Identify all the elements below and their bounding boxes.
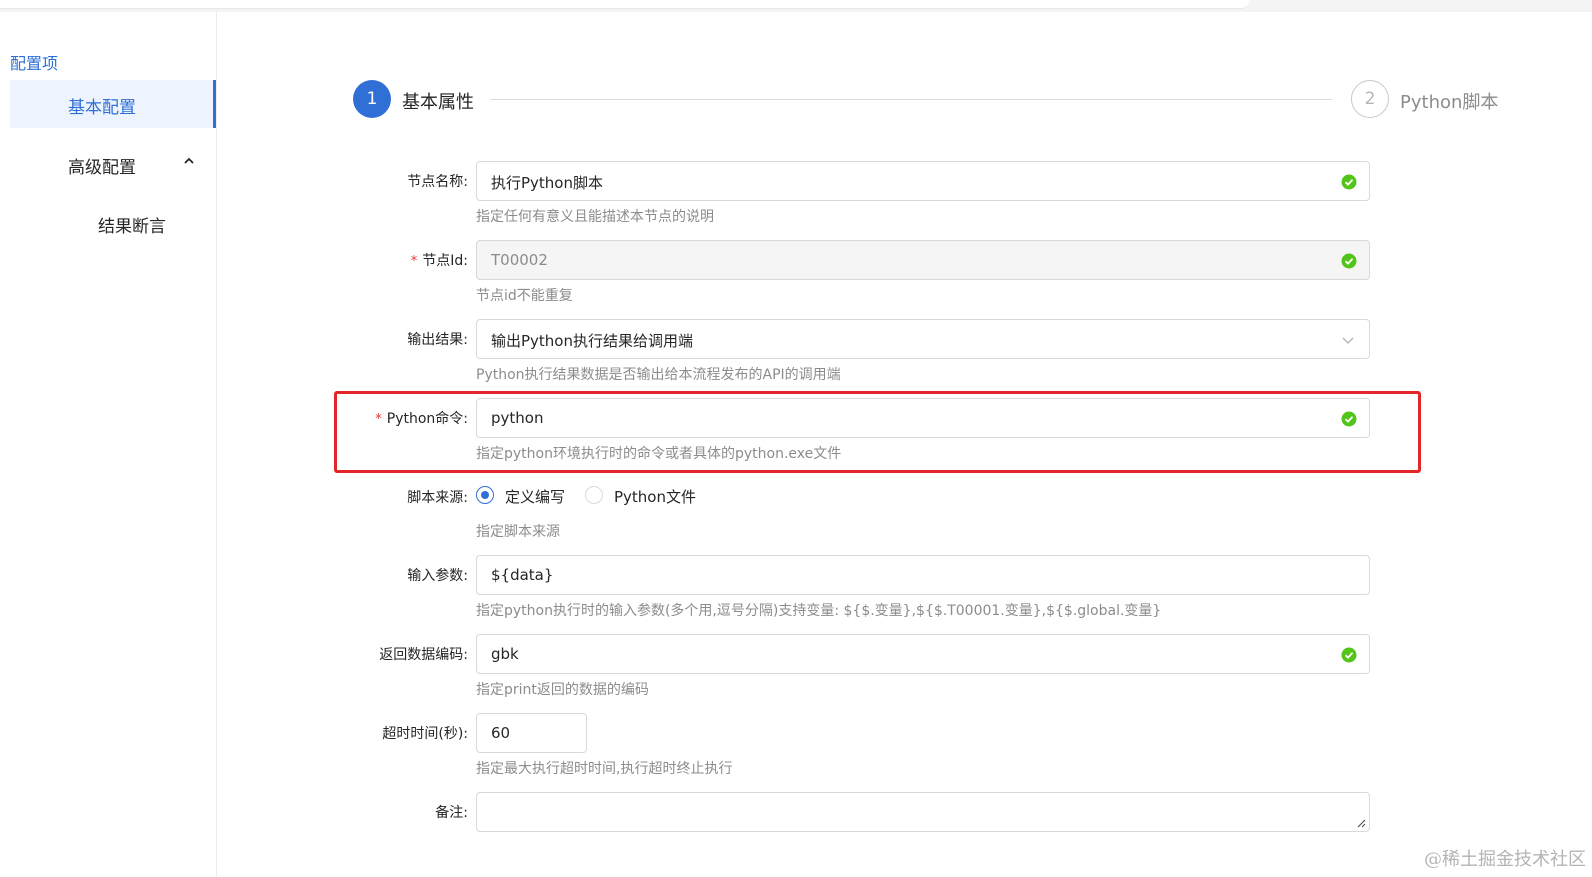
- radio-python-file-label[interactable]: Python文件: [614, 486, 696, 507]
- timeout-label: 超时时间(秒):: [382, 726, 468, 742]
- input-params-input[interactable]: ${data}: [476, 555, 1370, 595]
- python-cmd-label: * Python命令:: [375, 411, 468, 427]
- sidebar: 配置项 基本配置 高级配置 结果断言: [0, 12, 217, 877]
- sidebar-item-label: 结果断言: [98, 217, 166, 237]
- success-check-icon: [1341, 253, 1357, 269]
- step-2-title[interactable]: Python脚本: [1400, 88, 1498, 114]
- timeout-input[interactable]: 60: [476, 713, 587, 753]
- timeout-help: 指定最大执行超时时间,执行超时终止执行: [476, 761, 733, 777]
- node-name-input[interactable]: 执行Python脚本: [476, 161, 1370, 201]
- step-2-indicator[interactable]: 2: [1351, 80, 1389, 118]
- remark-textarea[interactable]: [476, 792, 1370, 832]
- success-check-icon: [1341, 174, 1357, 190]
- output-result-value: 输出Python执行结果给调用端: [491, 332, 693, 350]
- sidebar-title: 配置项: [10, 54, 59, 73]
- radio-custom-script-label[interactable]: 定义编写: [505, 486, 565, 507]
- chevron-up-icon: [184, 157, 194, 164]
- return-encoding-label: 返回数据编码:: [379, 647, 468, 663]
- timeout-value: 60: [491, 724, 511, 742]
- return-encoding-input[interactable]: gbk: [476, 634, 1370, 674]
- top-bar: [0, 0, 1592, 12]
- sidebar-item-basic-config[interactable]: 基本配置: [10, 80, 216, 128]
- chevron-down-icon: [1342, 337, 1354, 344]
- node-id-help: 节点id不能重复: [476, 288, 573, 304]
- node-id-label: * 节点Id:: [410, 253, 468, 269]
- node-id-value: T00002: [491, 251, 548, 269]
- sidebar-item-result-assertion[interactable]: 结果断言: [10, 200, 216, 248]
- output-result-label: 输出结果:: [407, 332, 468, 348]
- node-name-help: 指定任何有意义且能描述本节点的说明: [476, 209, 714, 225]
- required-marker: *: [410, 254, 418, 269]
- script-source-label: 脚本来源:: [407, 490, 468, 506]
- remark-label: 备注:: [435, 805, 468, 821]
- top-tab-strip: [0, 0, 1250, 9]
- python-cmd-help: 指定python环境执行时的命令或者具体的python.exe文件: [476, 446, 842, 462]
- python-cmd-value: python: [491, 409, 544, 427]
- resize-handle-icon[interactable]: [1356, 818, 1366, 828]
- return-encoding-value: gbk: [491, 645, 519, 663]
- script-source-help: 指定脚本来源: [476, 524, 560, 540]
- node-name-value: 执行Python脚本: [491, 174, 603, 192]
- radio-python-file[interactable]: [585, 486, 603, 504]
- node-name-label: 节点名称:: [407, 174, 468, 190]
- sidebar-item-label: 高级配置: [68, 158, 136, 178]
- success-check-icon: [1341, 647, 1357, 663]
- return-encoding-help: 指定print返回的数据的编码: [476, 682, 649, 698]
- input-params-value: ${data}: [491, 566, 554, 584]
- node-id-input[interactable]: T00002: [476, 240, 1370, 280]
- required-marker: *: [375, 412, 382, 427]
- output-result-select[interactable]: 输出Python执行结果给调用端: [476, 319, 1370, 359]
- step-1-indicator[interactable]: 1: [353, 80, 391, 118]
- python-cmd-input[interactable]: python: [476, 398, 1370, 438]
- sidebar-item-label: 基本配置: [68, 98, 136, 118]
- watermark: @稀土掘金技术社区: [1424, 849, 1586, 870]
- output-result-help: Python执行结果数据是否输出给本流程发布的API的调用端: [476, 367, 841, 383]
- input-params-label: 输入参数:: [407, 568, 468, 584]
- step-1-title[interactable]: 基本属性: [402, 88, 474, 114]
- radio-custom-script[interactable]: [476, 486, 494, 504]
- success-check-icon: [1341, 411, 1357, 427]
- step-divider: [490, 99, 1332, 100]
- sidebar-item-advanced-config[interactable]: 高级配置: [10, 140, 216, 188]
- input-params-help: 指定python执行时的输入参数(多个用,逗号分隔)支持变量: ${$.变量},…: [476, 603, 1162, 619]
